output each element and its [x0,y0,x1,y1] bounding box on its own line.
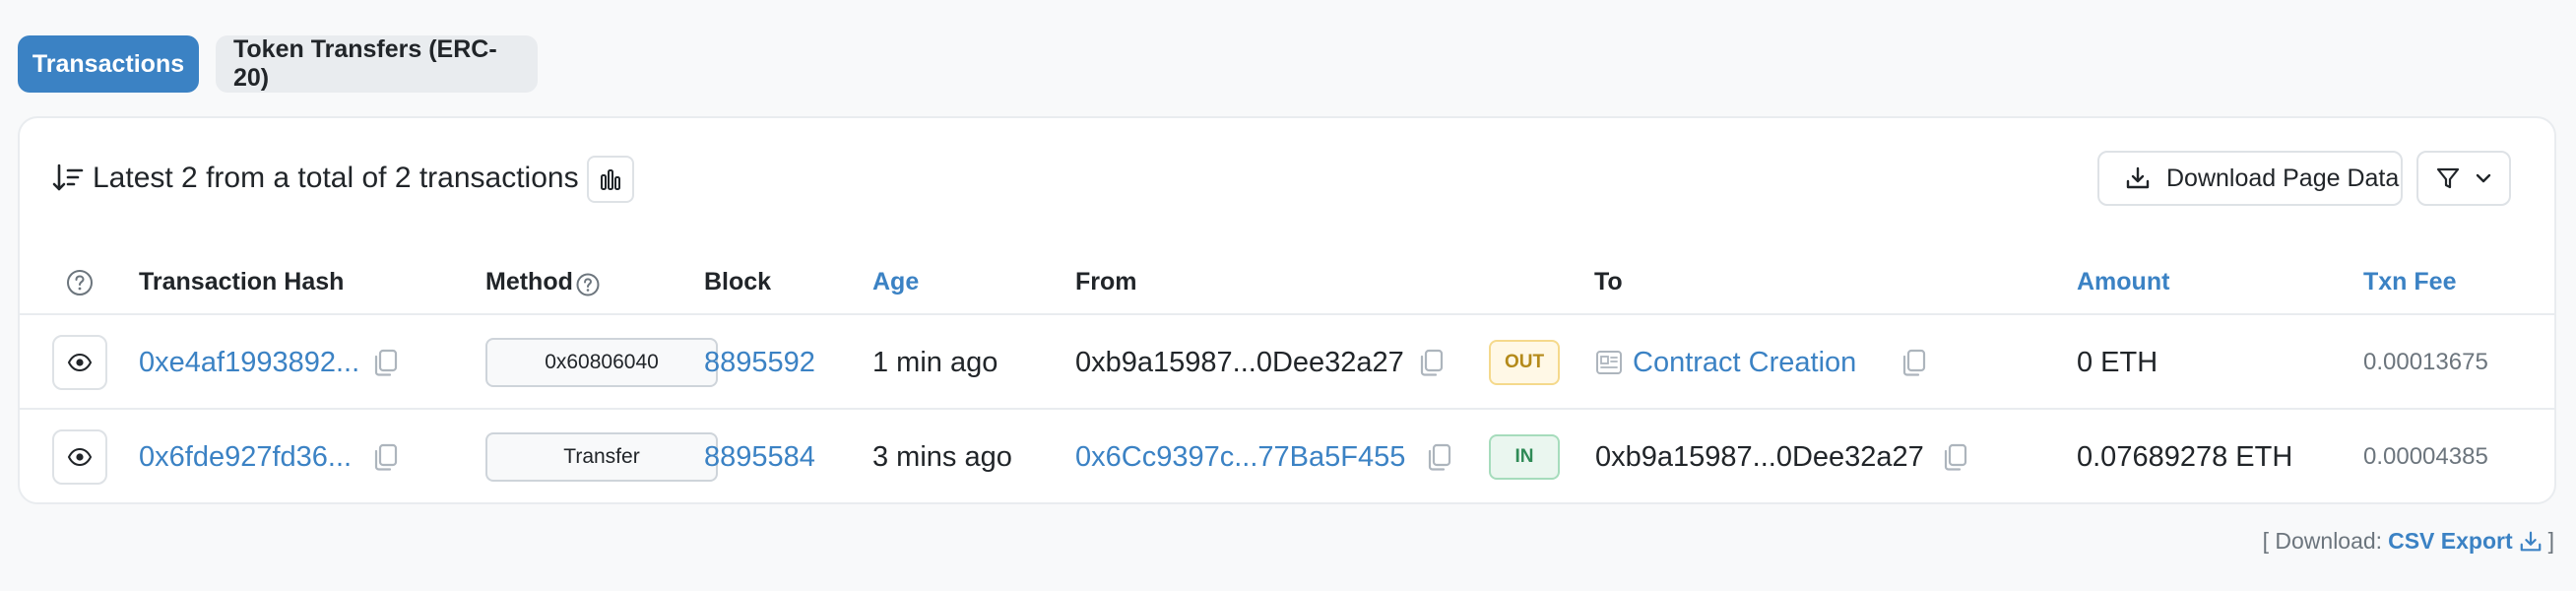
copy-icon[interactable] [1426,442,1453,472]
csv-download-footer: [ Download: CSV Export ] [2263,528,2554,555]
age-value: 1 min ago [872,347,998,378]
column-header-amount[interactable]: Amount [2077,262,2169,301]
footer-prefix: [ Download: [2262,528,2383,554]
from-address-link[interactable]: 0x6Cc9397c...77Ba5F455 [1075,437,1405,477]
row-preview-button[interactable] [52,429,107,485]
column-header-age[interactable]: Age [872,262,919,301]
contract-icon [1596,351,1622,374]
download-button-label: Download Page Data [2166,164,2400,192]
chevron-down-icon [2476,173,2491,183]
transaction-summary: Latest 2 from a total of 2 transactions [93,162,579,194]
block-link[interactable]: 8895592 [704,343,815,382]
tab-token-transfers[interactable]: Token Transfers (ERC-20) [216,35,538,93]
method-badge: 0x60806040 [485,338,718,387]
amount-value: 0 ETH [2077,347,2158,378]
method-help-icon[interactable] [575,272,601,297]
sort-descending-icon [52,164,84,191]
tab-transactions[interactable]: Transactions [18,35,199,93]
filter-icon [2436,167,2460,189]
row-preview-button[interactable] [52,335,107,390]
copy-icon[interactable] [372,348,400,377]
download-icon[interactable] [2519,530,2543,554]
txn-fee-value: 0.00013675 [2363,349,2488,375]
column-header-transaction-hash: Transaction Hash [139,268,345,296]
copy-icon[interactable] [1418,348,1446,377]
contract-creation-link[interactable]: Contract Creation [1633,343,1856,382]
column-header-method: Method [485,268,573,296]
column-header-from: From [1075,268,1137,296]
csv-export-link[interactable]: CSV Export [2388,528,2513,555]
help-icon[interactable] [65,268,95,297]
transaction-hash-link[interactable]: 0xe4af1993892... [139,343,359,382]
column-header-block: Block [704,268,772,296]
age-value: 3 mins ago [872,441,1012,473]
to-address: 0xb9a15987...0Dee32a27 [1595,441,1924,473]
transaction-hash-link[interactable]: 0x6fde927fd36... [139,437,352,477]
transactions-card: Latest 2 from a total of 2 transactions … [18,116,2556,504]
method-badge: Transfer [485,432,718,482]
txn-fee-value: 0.00004385 [2363,443,2488,470]
from-address: 0xb9a15987...0Dee32a27 [1075,347,1404,378]
row-divider [20,408,2554,410]
direction-badge-in: IN [1489,434,1560,480]
eye-icon [67,447,93,467]
column-header-to: To [1594,268,1623,296]
bar-chart-icon [601,169,620,190]
header-divider [20,313,2554,315]
copy-icon[interactable] [372,442,400,472]
copy-icon[interactable] [1942,442,1969,472]
footer-suffix: ] [2547,528,2554,554]
filter-dropdown-button[interactable] [2416,151,2511,206]
tab-bar: Transactions Token Transfers (ERC-20) [18,35,538,93]
block-link[interactable]: 8895584 [704,437,815,477]
download-icon [2126,166,2150,189]
card-header: Latest 2 from a total of 2 transactions … [20,118,2554,240]
direction-badge-out: OUT [1489,340,1560,385]
column-header-txn-fee[interactable]: Txn Fee [2363,262,2456,301]
eye-icon [67,353,93,372]
copy-icon[interactable] [1900,348,1928,377]
analytics-button[interactable] [587,156,634,203]
download-page-data-button[interactable]: Download Page Data [2097,151,2403,206]
amount-value: 0.07689278 ETH [2077,441,2293,473]
